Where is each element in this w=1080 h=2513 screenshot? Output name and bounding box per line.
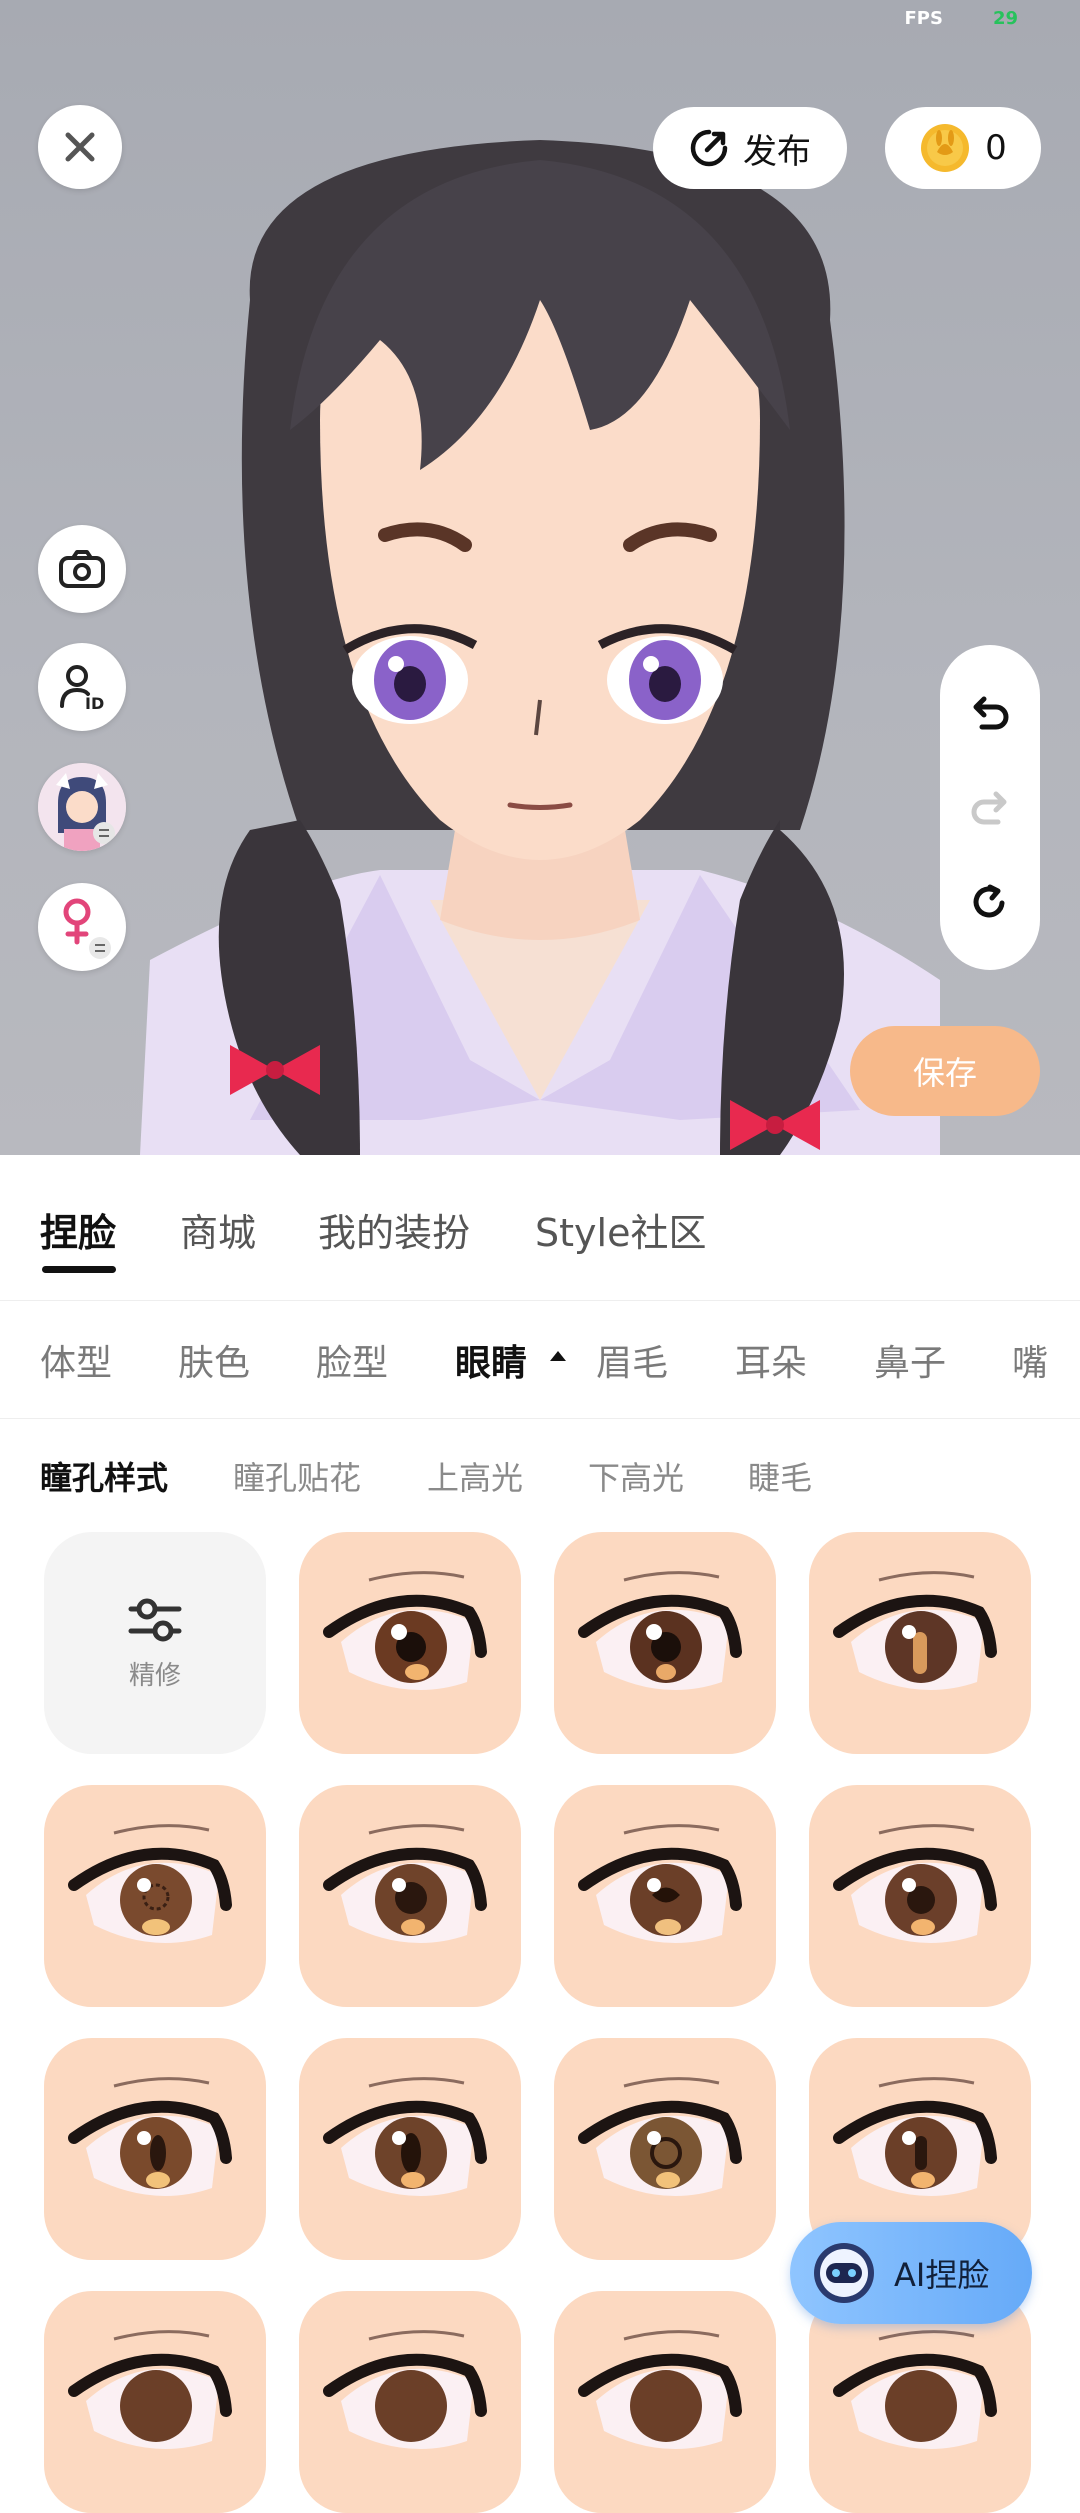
coin-balance-button[interactable]: 0	[885, 107, 1041, 189]
robot-mascot-icon	[814, 2243, 874, 2303]
subtab-pupil-decal[interactable]: 瞳孔贴花	[233, 1453, 361, 1499]
redo-icon[interactable]	[968, 786, 1012, 830]
eye-preview-icon	[833, 1571, 997, 1690]
pupil-option-tile[interactable]	[299, 1532, 521, 1754]
category-eyes[interactable]: 眼睛	[455, 1334, 527, 1386]
category-face-shape[interactable]: 脸型	[316, 1334, 388, 1386]
camera-icon	[59, 550, 105, 588]
undo-icon[interactable]	[968, 691, 1012, 735]
eye-preview-icon	[578, 1824, 742, 1943]
tab-face-sculpt[interactable]: 捏脸	[40, 1202, 116, 1257]
history-toolbar	[940, 645, 1040, 970]
eye-preview-icon	[323, 2330, 487, 2449]
eye-preview-icon	[68, 2077, 232, 2196]
subtab-pupil-style[interactable]: 瞳孔样式	[40, 1453, 168, 1499]
pupil-option-tile[interactable]	[44, 1785, 266, 2007]
pupil-option-tile[interactable]	[299, 2038, 521, 2260]
category-body[interactable]: 体型	[40, 1334, 112, 1386]
coin-count: 0	[985, 128, 1007, 168]
eye-preview-icon	[323, 1824, 487, 1943]
eye-preview-icon	[833, 2330, 997, 2449]
pupil-option-tile[interactable]	[299, 2291, 521, 2513]
ai-face-button[interactable]: AI捏脸	[790, 2222, 1032, 2324]
caret-up-icon	[550, 1351, 566, 1361]
eye-preview-icon	[833, 1824, 997, 1943]
subtab-upper-highlight[interactable]: 上高光	[427, 1453, 523, 1499]
publish-label: 发布	[743, 131, 811, 172]
fps-label: FPS	[904, 8, 943, 29]
category-skin[interactable]: 肤色	[178, 1334, 250, 1386]
sliders-icon	[128, 1598, 182, 1641]
pupil-option-tile[interactable]	[44, 2038, 266, 2260]
category-nose[interactable]: 鼻子	[874, 1334, 946, 1386]
publish-icon	[690, 129, 728, 167]
pupil-option-tile[interactable]	[44, 2291, 266, 2513]
eye-preview-icon	[68, 2330, 232, 2449]
fps-counter: FPS 29	[904, 8, 1018, 29]
close-button[interactable]	[38, 105, 122, 189]
tab-style-community[interactable]: Style社区	[535, 1202, 706, 1257]
camera-button[interactable]	[38, 525, 126, 613]
ai-face-label: AI捏脸	[894, 2256, 990, 2294]
active-tab-indicator	[42, 1266, 116, 1273]
coin-icon	[921, 124, 970, 172]
subtab-eyelashes[interactable]: 睫毛	[748, 1453, 812, 1499]
category-mouth[interactable]: 嘴	[1012, 1334, 1048, 1386]
tab-shop[interactable]: 商城	[180, 1202, 256, 1257]
publish-button[interactable]: 发布	[653, 107, 847, 189]
gender-switch-button[interactable]	[38, 883, 126, 971]
main-tabs: 捏脸 商城 我的装扮 Style社区	[0, 1160, 1080, 1301]
eye-preview-icon	[578, 2077, 742, 2196]
refine-button[interactable]: 精修	[44, 1532, 266, 1754]
switch-character-button[interactable]	[38, 763, 126, 851]
eye-preview-icon	[68, 1824, 232, 1943]
category-ears[interactable]: 耳朵	[735, 1334, 807, 1386]
save-button[interactable]: 保存	[850, 1026, 1040, 1116]
eye-preview-icon	[578, 1571, 742, 1690]
category-eyebrows[interactable]: 眉毛	[596, 1334, 668, 1386]
pupil-option-tile[interactable]	[554, 1785, 776, 2007]
tab-my-outfits[interactable]: 我的装扮	[318, 1202, 470, 1257]
user-id-icon: ID	[60, 665, 104, 712]
pupil-option-tile[interactable]	[299, 1785, 521, 2007]
avatar-id-button[interactable]: ID	[38, 643, 126, 731]
character-thumbnail-icon	[38, 763, 126, 851]
pupil-option-tile[interactable]	[809, 2291, 1031, 2513]
eye-subtabs: 瞳孔样式 瞳孔贴花 上高光 下高光 睫毛	[0, 1418, 1080, 1528]
svg-text:ID: ID	[85, 694, 104, 712]
avatar-viewport[interactable]: FPS 29 发布 0 ID 保存	[0, 0, 1080, 1155]
subtab-lower-highlight[interactable]: 下高光	[588, 1453, 684, 1499]
reset-icon[interactable]	[968, 881, 1012, 925]
female-gender-icon	[63, 898, 111, 959]
pupil-option-tile[interactable]	[554, 1532, 776, 1754]
pupil-option-tile[interactable]	[554, 2291, 776, 2513]
pupil-option-tile[interactable]	[809, 1785, 1031, 2007]
pupil-option-tile[interactable]	[809, 1532, 1031, 1754]
close-icon	[65, 132, 95, 162]
eye-preview-icon	[323, 2077, 487, 2196]
eye-preview-icon	[323, 1571, 487, 1690]
eye-preview-icon	[578, 2330, 742, 2449]
fps-value: 29	[992, 8, 1018, 29]
category-tabs: 体型 肤色 脸型 眼睛 眉毛 耳朵 鼻子 嘴	[0, 1300, 1080, 1419]
pupil-option-tile[interactable]	[554, 2038, 776, 2260]
refine-label: 精修	[128, 1660, 181, 1691]
